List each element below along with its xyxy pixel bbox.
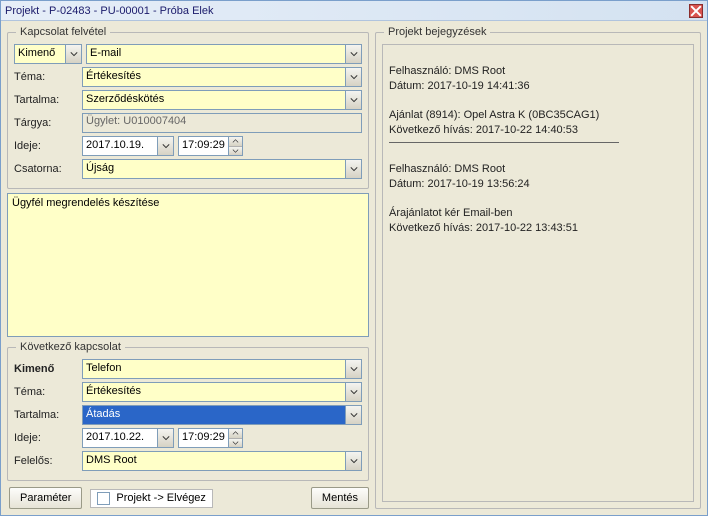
next-topic-value: Értékesítés: [82, 382, 345, 402]
client-area: Kapcsolat felvétel Kimenő E-mail: [1, 22, 707, 515]
topic-value: Értékesítés: [82, 67, 345, 87]
complete-checkbox-wrap[interactable]: Projekt -> Elvégez: [90, 489, 213, 508]
owner-value: DMS Root: [82, 451, 345, 471]
next-content-value: Átadás: [82, 405, 345, 425]
next-time-label: Ideje:: [14, 432, 78, 444]
next-topic-select[interactable]: Értékesítés: [82, 382, 362, 402]
chevron-down-icon[interactable]: [345, 44, 362, 64]
entry-user: Felhasználó: DMS Root: [389, 65, 505, 77]
contact-groupbox: Kapcsolat felvétel Kimenő E-mail: [7, 26, 369, 189]
checkbox-icon[interactable]: [97, 492, 110, 505]
next-time-spinner[interactable]: 17:09:29: [178, 428, 254, 448]
chevron-down-icon[interactable]: [345, 159, 362, 179]
next-time-value: 17:09:29: [178, 428, 228, 448]
next-topic-label: Téma:: [14, 386, 78, 398]
date-picker[interactable]: 2017.10.19.: [82, 136, 174, 156]
chevron-down-icon[interactable]: [345, 359, 362, 379]
chevron-down-icon[interactable]: [345, 90, 362, 110]
titlebar: Projekt - P-02483 - PU-00001 - Próba Ele…: [1, 1, 707, 21]
medium-label: Csatorna:: [14, 163, 78, 175]
entries-legend: Projekt bejegyzések: [384, 26, 490, 38]
entry-divider: [389, 142, 619, 143]
next-direction-value: Telefon: [82, 359, 345, 379]
right-column: Projekt bejegyzések Felhasználó: DMS Roo…: [375, 26, 701, 509]
date-value: 2017.10.19.: [82, 136, 157, 156]
direction-value: Kimenő: [14, 44, 65, 64]
chevron-up-icon[interactable]: [229, 137, 242, 147]
channel-type-value: E-mail: [86, 44, 345, 64]
topic-select[interactable]: Értékesítés: [82, 67, 362, 87]
entry-line: Árajánlatot kér Email-ben: [389, 207, 513, 219]
complete-checkbox-label: Projekt -> Elvégez: [116, 492, 206, 504]
chevron-up-icon[interactable]: [229, 429, 242, 439]
entries-list[interactable]: Felhasználó: DMS Root Dátum: 2017-10-19 …: [382, 44, 694, 502]
next-contact-groupbox: Következő kapcsolat Kimenő Telefon Téma:…: [7, 341, 369, 481]
chevron-down-icon[interactable]: [229, 439, 242, 448]
subject-field: Ügylet: U010007404: [82, 113, 362, 133]
owner-select[interactable]: DMS Root: [82, 451, 362, 471]
project-window: Projekt - P-02483 - PU-00001 - Próba Ele…: [0, 0, 708, 516]
save-button[interactable]: Mentés: [311, 487, 369, 509]
content-label: Tartalma:: [14, 94, 78, 106]
chevron-down-icon[interactable]: [345, 382, 362, 402]
entry-user: Felhasználó: DMS Root: [389, 163, 505, 175]
next-content-select[interactable]: Átadás: [82, 405, 362, 425]
entries-groupbox: Projekt bejegyzések Felhasználó: DMS Roo…: [375, 26, 701, 509]
topic-label: Téma:: [14, 71, 78, 83]
subject-label: Tárgya:: [14, 117, 78, 129]
next-date-picker[interactable]: 2017.10.22.: [82, 428, 174, 448]
medium-value: Újság: [82, 159, 345, 179]
chevron-down-icon[interactable]: [65, 44, 82, 64]
chevron-down-icon[interactable]: [345, 405, 362, 425]
entry-date: Dátum: 2017-10-19 14:41:36: [389, 80, 530, 92]
next-contact-legend: Következő kapcsolat: [16, 341, 125, 353]
chevron-down-icon[interactable]: [345, 67, 362, 87]
close-icon[interactable]: [689, 4, 703, 18]
channel-type-select[interactable]: E-mail: [86, 44, 362, 64]
next-content-label: Tartalma:: [14, 409, 78, 421]
entry-date: Dátum: 2017-10-19 13:56:24: [389, 178, 530, 190]
contact-legend: Kapcsolat felvétel: [16, 26, 110, 38]
owner-label: Felelős:: [14, 455, 78, 467]
left-column: Kapcsolat felvétel Kimenő E-mail: [7, 26, 369, 509]
next-date-value: 2017.10.22.: [82, 428, 157, 448]
medium-select[interactable]: Újság: [82, 159, 362, 179]
content-value: Szerződéskötés: [82, 90, 345, 110]
note-textarea[interactable]: [7, 193, 369, 337]
time-label: Ideje:: [14, 140, 78, 152]
direction-select[interactable]: Kimenő: [14, 44, 82, 64]
time-value: 17:09:29: [178, 136, 228, 156]
entry-line: Következő hívás: 2017-10-22 13:43:51: [389, 222, 578, 234]
next-direction-select[interactable]: Telefon: [82, 359, 362, 379]
bottom-button-row: Paraméter Projekt -> Elvégez Mentés: [7, 485, 369, 509]
next-direction-label: Kimenő: [14, 363, 78, 375]
content-select[interactable]: Szerződéskötés: [82, 90, 362, 110]
entry-line: Ajánlat (8914): Opel Astra K (0BC35CAG1): [389, 109, 599, 121]
entry-line: Következő hívás: 2017-10-22 14:40:53: [389, 124, 578, 136]
chevron-down-icon[interactable]: [345, 451, 362, 471]
chevron-down-icon[interactable]: [229, 147, 242, 156]
parameter-button[interactable]: Paraméter: [9, 487, 82, 509]
time-spinner[interactable]: 17:09:29: [178, 136, 254, 156]
chevron-down-icon[interactable]: [157, 136, 174, 156]
chevron-down-icon[interactable]: [157, 428, 174, 448]
window-title: Projekt - P-02483 - PU-00001 - Próba Ele…: [5, 5, 689, 17]
